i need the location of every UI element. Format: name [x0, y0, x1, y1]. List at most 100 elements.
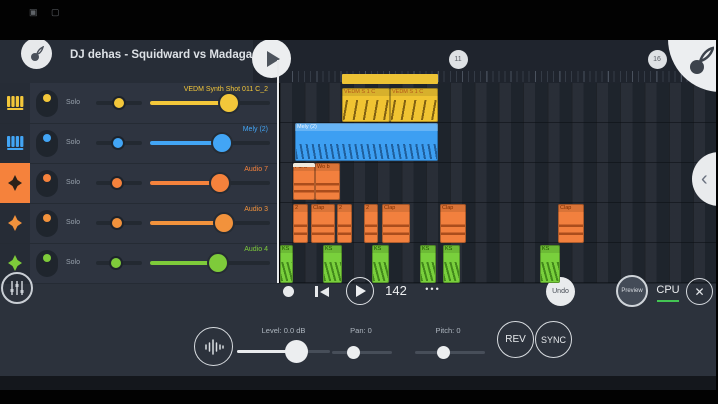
playlist-clip[interactable]: 2	[293, 204, 308, 243]
playlist-clip[interactable]: Clap	[382, 204, 410, 243]
pan-knob[interactable]	[110, 176, 124, 190]
mute-toggle[interactable]	[36, 90, 58, 117]
clip-pattern	[294, 218, 307, 241]
chevron-left-icon: ‹	[701, 168, 708, 191]
clip-inspector-panel	[0, 315, 716, 376]
cast-icon: ▢	[51, 7, 60, 18]
clip-label: 2	[337, 204, 352, 212]
clip-label: KS	[280, 245, 293, 253]
rewind-button[interactable]	[315, 286, 329, 297]
level-label: Level: 0.0 dB	[237, 326, 330, 335]
pan-slider-knob[interactable]	[347, 346, 360, 359]
fl-studio-mobile-app: ▣ ▢ DJ dehas - Squidward vs Madagaskar 1…	[0, 0, 718, 404]
volume-knob[interactable]	[211, 132, 233, 154]
time-selection-bar[interactable]	[342, 74, 438, 84]
volume-knob[interactable]	[209, 172, 231, 194]
play-transport-button[interactable]	[346, 277, 374, 305]
pan-knob[interactable]	[109, 256, 123, 270]
pan-knob[interactable]	[112, 96, 126, 110]
ctrl-menu-button[interactable]: •••	[419, 284, 447, 294]
playlist-clip[interactable]: 2	[364, 204, 378, 243]
clip-label: VEDM S 1 C	[390, 88, 438, 96]
instrument-icon[interactable]	[0, 83, 30, 123]
ruler-marker[interactable]: 11	[449, 50, 468, 69]
pan-knob-slider[interactable]	[96, 243, 142, 283]
ruler-marker[interactable]: 16	[648, 50, 667, 69]
playlist-clip[interactable]: Mely (2)	[295, 123, 438, 161]
track-row[interactable]: SoloAudio 4	[0, 243, 278, 284]
play-header-button[interactable]	[252, 39, 291, 78]
letterbox-bottom	[0, 390, 718, 404]
playlist-clip[interactable]: Ful b	[293, 163, 315, 200]
track-row[interactable]: SoloMely (2)	[0, 123, 278, 164]
mixer-button[interactable]	[1, 272, 33, 304]
mute-toggle[interactable]	[36, 130, 58, 157]
playlist-clip[interactable]: Clap	[558, 204, 584, 243]
playlist-clip[interactable]: KS	[323, 245, 342, 283]
clip-label: Mely (2)	[295, 123, 438, 131]
playlist-clip[interactable]: KS	[372, 245, 389, 283]
playlist-clip[interactable]: KS	[443, 245, 460, 283]
pan-knob[interactable]	[111, 136, 125, 150]
solo-button[interactable]: Solo	[66, 179, 80, 186]
mute-indicator-dot	[43, 134, 51, 142]
bottom-shadow	[0, 376, 716, 390]
mute-toggle[interactable]	[36, 170, 58, 197]
pan-knob-slider[interactable]	[96, 123, 142, 163]
volume-knob[interactable]	[213, 212, 235, 234]
pitch-slider-knob[interactable]	[437, 346, 450, 359]
solo-button[interactable]: Solo	[66, 259, 80, 266]
clip-label: KS	[323, 245, 342, 253]
audio-clip-button[interactable]	[194, 327, 233, 366]
cpu-meter-bar	[657, 300, 679, 302]
clip-label: KS	[540, 245, 560, 253]
pan-knob[interactable]	[110, 216, 124, 230]
pan-knob-slider[interactable]	[96, 203, 142, 243]
mute-indicator-dot	[43, 94, 51, 102]
track-row[interactable]: SoloVEDM Synth Shot 011 C_2	[0, 83, 278, 124]
clip-pattern	[383, 218, 409, 241]
volume-knob[interactable]	[218, 92, 240, 114]
sync-button[interactable]: SYNC	[535, 321, 572, 358]
playlist-clip[interactable]: VEDM S 1 C	[390, 88, 438, 122]
instrument-icon[interactable]	[0, 203, 30, 243]
clip-pattern	[391, 100, 437, 120]
record-button[interactable]	[283, 286, 294, 297]
pan-knob-slider[interactable]	[96, 163, 142, 203]
playlist-clip[interactable]: Clap	[311, 204, 335, 243]
playlist-clip[interactable]: Clap	[440, 204, 466, 243]
mixer-sliders-icon	[8, 279, 26, 297]
clip-pattern	[316, 177, 339, 198]
level-slider-knob[interactable]	[285, 340, 308, 363]
bpm-value[interactable]: 142	[381, 283, 411, 298]
close-button[interactable]: ✕	[686, 278, 713, 305]
solo-button[interactable]: Solo	[66, 219, 80, 226]
volume-knob[interactable]	[207, 252, 229, 274]
playlist-clip[interactable]: KS	[280, 245, 293, 283]
track-row[interactable]: SoloAudio 3	[0, 203, 278, 244]
instrument-icon[interactable]	[0, 123, 30, 163]
clip-pattern	[541, 262, 559, 281]
instrument-icon[interactable]	[0, 163, 30, 203]
track-row[interactable]: SoloAudio 7	[0, 163, 278, 204]
fl-menu-button[interactable]	[21, 38, 52, 69]
solo-button[interactable]: Solo	[66, 99, 80, 106]
playlist-clip[interactable]: VEDM S 1 C	[342, 88, 390, 122]
clip-label: Clap	[311, 204, 335, 212]
playlist-clip[interactable]: KS	[540, 245, 560, 283]
solo-button[interactable]: Solo	[66, 139, 80, 146]
mute-toggle[interactable]	[36, 250, 58, 277]
pan-slider-track[interactable]	[332, 351, 392, 354]
clip-label: 2	[364, 204, 378, 212]
pan-knob-slider[interactable]	[96, 83, 142, 123]
pitch-slider-track[interactable]	[415, 351, 485, 354]
mute-toggle[interactable]	[36, 210, 58, 237]
letterbox-top: ▣ ▢	[0, 0, 718, 40]
playlist-clip[interactable]: KS	[420, 245, 436, 283]
preview-button[interactable]: Preview	[616, 275, 648, 307]
playlist-clip[interactable]: 2	[337, 204, 352, 243]
playhead-line[interactable]	[277, 60, 279, 283]
playlist-clip[interactable]: Wo b	[315, 163, 340, 200]
clip-label: 2	[293, 204, 308, 212]
reverse-button[interactable]: REV	[497, 321, 534, 358]
